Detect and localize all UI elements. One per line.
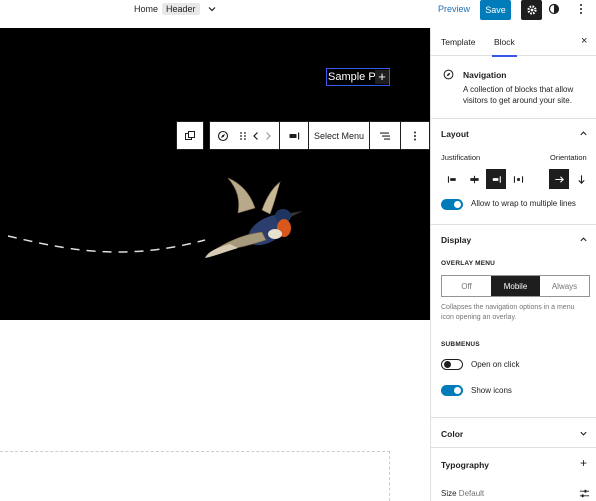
overlay-option-always[interactable]: Always [540,276,589,296]
display-panel: Display Overlay Menu Off Mobile Always C… [431,225,596,418]
editor-canvas-header[interactable]: Sample Pa + Select Menu [0,28,430,320]
block-transform-button[interactable] [177,122,203,149]
move-left-button[interactable] [250,122,262,149]
settings-button[interactable] [521,0,542,20]
block-options-button[interactable] [401,122,429,149]
chevron-down-icon[interactable] [579,429,588,438]
justify-left-icon [447,175,456,183]
add-typography-option-icon[interactable]: + [580,456,587,470]
settings-sliders-icon[interactable] [579,488,590,499]
overlay-menu-label: Overlay Menu [441,260,496,267]
display-panel-title[interactable]: Display [441,235,471,245]
chevron-down-icon[interactable] [207,4,217,14]
overlay-menu-help: Collapses the navigation options in a me… [441,304,575,321]
justify-space-between-button[interactable] [508,169,528,189]
save-button[interactable]: Save [480,0,511,20]
list-indent-icon [380,132,390,140]
select-menu-button[interactable]: Select Menu [309,122,369,149]
chevron-up-icon[interactable] [579,129,588,138]
editor-canvas-content [0,320,430,501]
tab-template[interactable]: Template [441,37,476,47]
size-label: Size Default [441,489,484,498]
settings-sidebar: Template Block × Navigation A collection… [430,28,596,501]
justify-right-icon [289,132,300,139]
block-toolbar: Select Menu [176,121,430,150]
navigation-block-button[interactable] [210,122,236,149]
size-value: Default [458,489,485,498]
duplicate-icon [185,130,195,140]
typography-panel-title[interactable]: Typography [441,460,489,470]
tab-block[interactable]: Block [492,37,517,57]
open-on-click-label: Open on click [471,360,520,369]
show-icons-toggle[interactable] [441,385,463,396]
styles-button[interactable] [548,3,560,18]
justify-center-icon [469,175,479,183]
justify-right-button[interactable] [486,169,506,189]
justify-left-button[interactable] [442,169,462,189]
justification-toolbar-button[interactable] [280,122,308,149]
options-menu-button[interactable] [575,3,587,18]
layout-panel-title[interactable]: Layout [441,129,469,139]
arrow-right-icon [554,175,564,183]
toolbar-group-transform [176,121,204,150]
more-vertical-icon [580,4,582,14]
toolbar-group-main: Select Menu [209,121,430,150]
justification-label: Justification [441,153,481,162]
orientation-horizontal-button[interactable] [549,169,569,189]
color-panel-title[interactable]: Color [441,429,463,439]
more-vertical-icon [414,131,416,140]
drag-handle[interactable] [236,122,250,149]
top-toolbar: Home Header Preview Save [0,0,596,28]
chevron-up-icon[interactable] [579,235,588,244]
overlay-menu-toggle-group: Off Mobile Always [441,275,590,297]
arrow-down-icon [577,174,585,184]
orientation-vertical-button[interactable] [571,169,591,189]
chevron-right-icon [266,131,271,140]
sidebar-tabs: Template Block × [431,28,596,57]
orientation-label: Orientation [550,153,587,162]
layout-panel: Layout Justification Orientation Allow t… [431,119,596,225]
block-card: Navigation A collection of blocks that a… [431,56,596,119]
move-right-button[interactable] [262,122,274,149]
drag-handle-icon [240,131,246,140]
compass-icon [443,69,454,80]
chevron-left-icon [253,131,258,140]
breadcrumb-home[interactable]: Home [134,4,158,14]
block-title: Navigation [463,70,507,80]
add-block-icon[interactable]: + [375,70,389,84]
open-on-click-toggle[interactable] [441,359,463,370]
wrap-toggle[interactable] [441,199,463,210]
color-panel[interactable]: Color [431,418,596,448]
preview-button[interactable]: Preview [438,4,470,14]
compass-icon [217,130,229,141]
breadcrumb-tag[interactable]: Header [162,3,200,15]
justify-center-button[interactable] [464,169,484,189]
empty-block-placeholder[interactable] [0,451,390,501]
close-icon[interactable]: × [581,35,587,47]
bird-illustration [7,177,303,258]
size-label-text: Size [441,489,457,498]
document-breadcrumb[interactable]: Home Header [134,3,217,15]
gear-icon [526,5,537,15]
contrast-icon [548,3,560,15]
overlay-option-off[interactable]: Off [442,276,491,296]
submenus-label: Submenus [441,341,480,348]
wrap-toggle-label: Allow to wrap to multiple lines [471,199,576,208]
justify-right-icon [492,175,501,183]
list-view-button[interactable] [370,122,400,149]
justify-space-between-icon [513,175,523,183]
typography-panel: Typography + Size Default [431,448,596,501]
show-icons-label: Show icons [471,386,512,395]
block-description: A collection of blocks that allow visito… [463,85,574,105]
overlay-option-mobile[interactable]: Mobile [491,276,540,296]
